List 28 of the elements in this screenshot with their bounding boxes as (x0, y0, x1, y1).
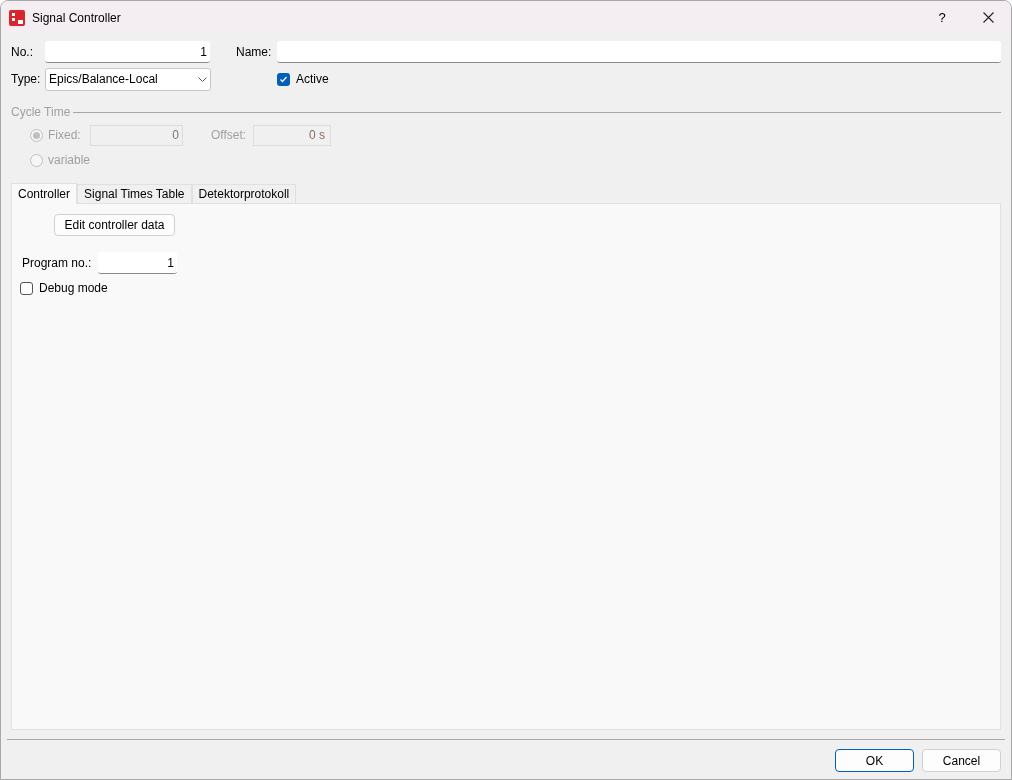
edit-controller-button[interactable]: Edit controller data (54, 214, 175, 236)
number-field[interactable]: 1 (45, 41, 210, 63)
group-title: Cycle Time (11, 104, 71, 121)
program-field[interactable]: 1 (98, 252, 177, 274)
radio-label: Fixed: (48, 127, 82, 144)
checkmark-icon (279, 74, 288, 84)
app-logo-icon (9, 9, 25, 26)
checkbox[interactable] (20, 281, 33, 295)
window-title: Signal Controller (32, 9, 121, 27)
chevron-down-icon (198, 76, 207, 82)
help-button[interactable]: ? (919, 1, 965, 34)
dialog-button[interactable]: Cancel (922, 749, 1001, 772)
type-label: Type: (11, 71, 42, 88)
checkbox[interactable] (277, 72, 290, 86)
dialog-button[interactable]: OK (835, 749, 914, 772)
radio-label: variable (48, 152, 90, 169)
checkbox-label: Active (296, 71, 329, 88)
tab[interactable]: Detektorprotokoll (191, 184, 297, 203)
offset-label: Offset: (211, 127, 248, 144)
number-label: No.: (11, 44, 34, 61)
type-dropdown[interactable]: Epics/Balance-Local (45, 67, 211, 91)
program-label: Program no.: (22, 255, 93, 272)
name-field[interactable] (277, 41, 1001, 63)
tab[interactable]: Signal Times Table (77, 184, 192, 203)
name-label: Name: (236, 44, 273, 61)
checkbox-label: Debug mode (39, 280, 108, 297)
close-icon (982, 12, 994, 23)
tab[interactable]: Controller (11, 183, 78, 204)
